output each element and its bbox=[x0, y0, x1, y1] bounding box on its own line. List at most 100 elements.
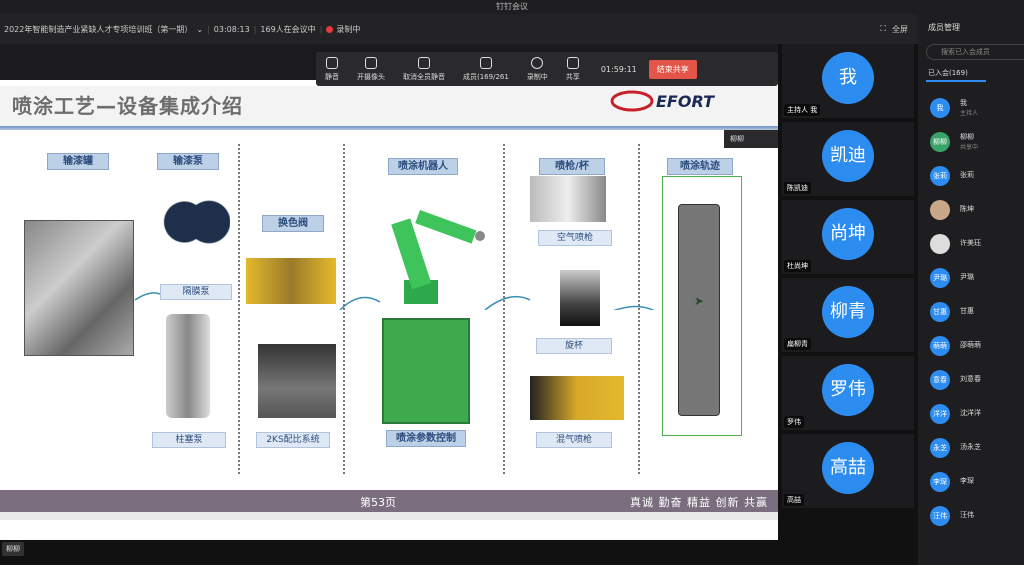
control-toolbar: 静音 开摄像头 取消全员静音 成员(169/261 录制中 共享 01:59:1… bbox=[316, 52, 778, 86]
label-plunger: 柱塞泵 bbox=[152, 432, 226, 448]
air-gun-image bbox=[530, 176, 606, 222]
slide-page: 第53页 bbox=[360, 496, 396, 509]
tile-name: 高喆 bbox=[784, 494, 804, 506]
list-item[interactable]: 我 我主持人 bbox=[926, 94, 1024, 122]
bottom-bar: 柳柳 bbox=[0, 540, 778, 565]
avatar: 萌萌 bbox=[930, 336, 950, 356]
list-item[interactable]: 李琛 李琛 bbox=[926, 468, 1024, 496]
avatar: 李琛 bbox=[930, 472, 950, 492]
end-share-button[interactable]: 结束共享 bbox=[648, 59, 697, 79]
tab-indicator bbox=[926, 80, 986, 82]
people-mute-icon bbox=[418, 56, 430, 69]
tile-name: 扁柳青 bbox=[784, 338, 811, 350]
fullscreen-icon[interactable]: ⛶ bbox=[880, 24, 886, 34]
sharer-tag: 柳柳 bbox=[724, 130, 778, 148]
title-underline bbox=[0, 126, 778, 130]
camera-label: 开摄像头 bbox=[357, 72, 385, 81]
flow-arrows bbox=[134, 292, 655, 310]
member-name: 柳柳 bbox=[960, 133, 974, 141]
member-name: 李琛 bbox=[960, 477, 974, 485]
mic-icon bbox=[326, 56, 338, 69]
label-pump: 输漆泵 bbox=[157, 153, 219, 170]
footer-strip bbox=[0, 512, 778, 520]
fullscreen-button[interactable]: 全屏 bbox=[892, 24, 908, 35]
members-label: 成员(169/261 bbox=[463, 72, 509, 81]
member-name: 汪伟 bbox=[960, 511, 974, 519]
member-panel: 成员管理 搜索已入会成员 已入会(169) 我我主持人 柳柳 柳柳 共享中 张莉 张莉… bbox=[918, 14, 1024, 565]
recording-status: 录制中 bbox=[336, 24, 361, 34]
list-item[interactable]: 甘惠 甘惠 bbox=[926, 298, 1024, 326]
mute-button[interactable]: 静音 bbox=[325, 52, 339, 86]
attendee-count[interactable]: 169人在会议中 bbox=[260, 24, 315, 35]
label-tank: 输漆罐 bbox=[47, 153, 109, 170]
efort-logo: EFORT bbox=[610, 90, 715, 112]
member-name: 陈坤 bbox=[960, 205, 974, 213]
avatar bbox=[930, 200, 950, 220]
window-title: 钉钉会议 bbox=[0, 0, 1024, 14]
avatar: 我 bbox=[930, 98, 950, 118]
tank-photo bbox=[24, 220, 134, 356]
camera-button[interactable]: 开摄像头 bbox=[357, 52, 385, 86]
active-speaker: 柳柳 bbox=[2, 542, 24, 556]
avatar: 永芝 bbox=[930, 438, 950, 458]
video-tile[interactable]: 罗伟 罗伟 bbox=[782, 356, 914, 430]
mute-all-button[interactable]: 取消全员静音 bbox=[403, 52, 445, 86]
label-mixed-gun: 混气喷枪 bbox=[536, 432, 612, 448]
member-role: 共享中 bbox=[960, 144, 979, 151]
video-tile[interactable]: 高喆 高喆 bbox=[782, 434, 914, 508]
share-button[interactable]: 共享 bbox=[566, 52, 580, 86]
video-tile[interactable]: 凯迪 陈凯迪 bbox=[782, 122, 914, 196]
avatar: 高喆 bbox=[822, 442, 874, 494]
list-item[interactable]: 张莉 张莉 bbox=[926, 162, 1024, 190]
video-tile[interactable]: 尚坤 杜尚坤 bbox=[782, 200, 914, 274]
meeting-info-bar: 2022年智能制造产业紧缺人才专项培训班（第一期） ⌄ | 03:08:13 |… bbox=[0, 14, 918, 44]
avatar: 我 bbox=[822, 52, 874, 104]
list-item[interactable]: 柳柳 柳柳 共享中 bbox=[926, 128, 1024, 156]
video-tile[interactable]: 柳青 扁柳青 bbox=[782, 278, 914, 352]
member-name: 张莉 bbox=[960, 171, 974, 179]
mute-all-label: 取消全员静音 bbox=[403, 72, 445, 81]
list-item[interactable]: 意春 刘意春 bbox=[926, 366, 1024, 394]
label-robot: 喷涂机器人 bbox=[388, 158, 458, 175]
avatar bbox=[930, 234, 950, 254]
chevron-down-icon[interactable]: ⌄ bbox=[196, 25, 203, 34]
list-item[interactable]: 洋洋 沈洋洋 bbox=[926, 400, 1024, 428]
speaker-name: 柳柳 bbox=[6, 545, 20, 553]
label-bell: 旋杯 bbox=[536, 338, 612, 354]
share-label: 共享 bbox=[565, 72, 580, 81]
list-item[interactable]: 萌萌 邵萌萌 bbox=[926, 332, 1024, 360]
record-button[interactable]: 录制中 bbox=[527, 52, 548, 86]
tile-name: 陈凯迪 bbox=[784, 182, 811, 194]
list-item[interactable]: 陈坤 bbox=[926, 196, 1024, 224]
mixed-gun-image bbox=[530, 376, 624, 420]
control-panel-image bbox=[382, 318, 470, 424]
member-name: 我 bbox=[960, 99, 967, 107]
avatar: 汪伟 bbox=[930, 506, 950, 526]
track-panel bbox=[678, 204, 720, 416]
members-button[interactable]: 成员(169/261 bbox=[463, 52, 509, 86]
label-ks: 2KS配比系统 bbox=[256, 432, 330, 448]
list-item[interactable]: 尹璐 尹璐 bbox=[926, 264, 1024, 292]
member-search-input[interactable]: 搜索已入会成员 bbox=[926, 44, 1024, 60]
list-item[interactable]: 汪伟 汪伟 bbox=[926, 502, 1024, 530]
label-param: 喷涂参数控制 bbox=[386, 430, 466, 447]
members-icon bbox=[479, 56, 492, 69]
video-column: 我主持人 我 凯迪 陈凯迪 尚坤 杜尚坤 柳青 扁柳青 罗伟 罗伟 高喆 高喆 bbox=[778, 44, 918, 565]
slide-motto: 真诚 勤奋 精益 创新 共赢 bbox=[630, 496, 768, 509]
member-name: 尹璐 bbox=[960, 273, 974, 281]
member-name: 刘意春 bbox=[960, 375, 981, 383]
list-item[interactable]: 永芝 汤永芝 bbox=[926, 434, 1024, 462]
tab-joined[interactable]: 已入会(169) bbox=[928, 68, 968, 78]
avatar: 意春 bbox=[930, 370, 950, 390]
video-tile[interactable]: 我主持人 我 bbox=[782, 44, 914, 118]
cursor-icon: ➤ bbox=[694, 294, 705, 308]
record-label: 录制中 bbox=[526, 72, 548, 81]
tile-name: 杜尚坤 bbox=[784, 260, 811, 272]
member-role: 主持人 bbox=[960, 110, 979, 117]
tile-tag: 主持人 bbox=[787, 106, 808, 114]
avatar: 罗伟 bbox=[822, 364, 874, 416]
meeting-name[interactable]: 2022年智能制造产业紧缺人才专项培训班（第一期） bbox=[4, 24, 192, 35]
list-item[interactable]: 许美珏 bbox=[926, 230, 1024, 258]
avatar: 张莉 bbox=[930, 166, 950, 186]
avatar: 柳青 bbox=[822, 286, 874, 338]
